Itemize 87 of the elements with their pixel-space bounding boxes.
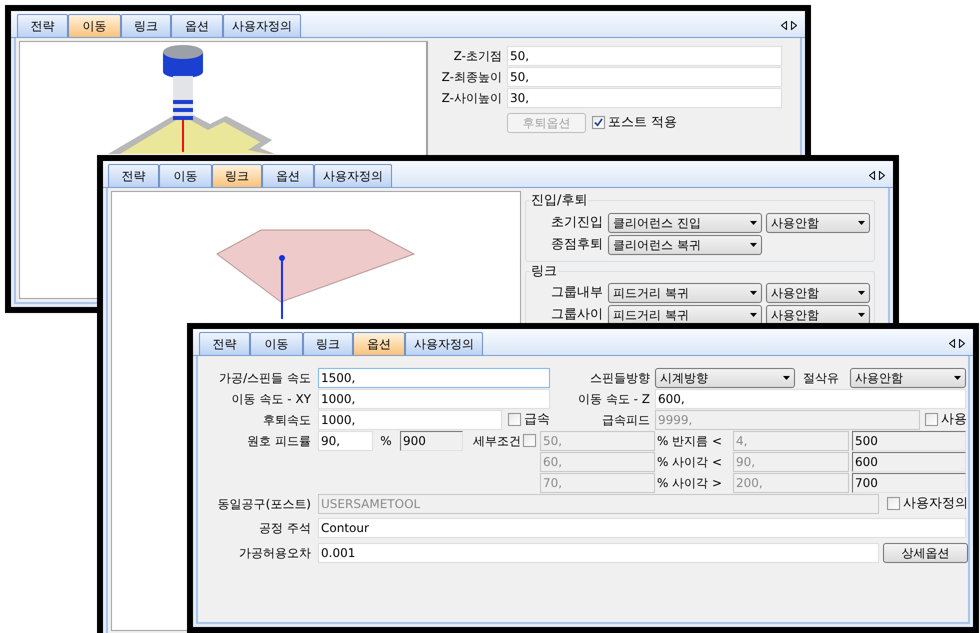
field-label: 이동 속도 - Z bbox=[577, 390, 650, 408]
tab[interactable]: 전략 bbox=[17, 14, 68, 37]
tab[interactable]: 사용자정의 bbox=[223, 14, 301, 37]
dropdown[interactable]: 시계방향 bbox=[655, 368, 795, 388]
tab[interactable]: 이동 bbox=[250, 332, 303, 355]
checkbox-label: 사용자정의 bbox=[903, 494, 968, 513]
tab[interactable]: 옵션 bbox=[171, 14, 223, 37]
input-field[interactable]: Contour bbox=[318, 518, 966, 538]
caret-icon bbox=[750, 220, 757, 224]
tab[interactable]: 사용자정의 bbox=[405, 332, 483, 355]
input-field[interactable]: 1500, bbox=[318, 368, 550, 388]
field-label: 가공허용오차 bbox=[238, 544, 311, 562]
dropdown[interactable]: 클리어런스 복귀 bbox=[608, 234, 762, 254]
left-arrow-icon[interactable] bbox=[781, 21, 787, 30]
tab[interactable]: 옵션 bbox=[353, 332, 405, 355]
field-label: % bbox=[379, 432, 393, 450]
group-title: 진입/후퇴 bbox=[530, 192, 588, 210]
tab[interactable]: 링크 bbox=[121, 14, 171, 37]
left-arrow-icon[interactable] bbox=[949, 339, 955, 348]
field-label: % 사이각 > bbox=[657, 474, 724, 492]
checkbox[interactable] bbox=[523, 434, 536, 447]
detail-options-button[interactable]: 상세옵션 bbox=[883, 542, 968, 562]
dropdown[interactable]: 사용안함 bbox=[766, 212, 870, 232]
checkbox[interactable] bbox=[887, 497, 900, 510]
field-label: 공정 주석 bbox=[258, 520, 311, 536]
checkbox-label: 급속 bbox=[524, 410, 550, 429]
group-title: 링크 bbox=[530, 262, 558, 280]
dropdown[interactable]: 클리어런스 진입 bbox=[608, 212, 762, 232]
caret-icon bbox=[858, 313, 865, 317]
field-label: 그룹내부 bbox=[550, 284, 603, 302]
caret-icon bbox=[783, 376, 790, 380]
field-label: 스핀들방향 bbox=[589, 370, 650, 386]
field-label: % 사이각 < bbox=[657, 454, 724, 470]
field-label: 동일공구(포스트) bbox=[216, 496, 311, 512]
field-label: 후퇴속도 bbox=[262, 412, 311, 428]
field-label: 이동 속도 - XY bbox=[230, 390, 311, 408]
field-label: 절삭유 bbox=[803, 370, 840, 386]
tab[interactable]: 링크 bbox=[212, 164, 262, 187]
input-field[interactable]: 50, bbox=[507, 67, 782, 87]
field-label: 급속피드 bbox=[601, 412, 650, 428]
caret-icon bbox=[954, 376, 961, 380]
input-field[interactable]: 30, bbox=[507, 88, 782, 108]
tab[interactable]: 이동 bbox=[159, 164, 212, 187]
input-field[interactable]: 50, bbox=[507, 46, 782, 66]
tab[interactable]: 이동 bbox=[68, 14, 121, 37]
dropdown[interactable]: 피드거리 복귀 bbox=[608, 283, 762, 303]
input-field[interactable]: 0.001 bbox=[318, 542, 879, 562]
right-arrow-icon[interactable] bbox=[791, 21, 797, 30]
input-field[interactable]: 1000, bbox=[318, 410, 502, 430]
field-label: % 반지름 < bbox=[657, 432, 724, 450]
checkbox-label: 사용 bbox=[941, 410, 967, 429]
input-field[interactable]: 1000, bbox=[318, 388, 550, 408]
field-label: Z-최종높이 bbox=[440, 69, 502, 86]
field-label: 가공/스핀들 속도 bbox=[218, 370, 311, 386]
field-label: 초기진입 bbox=[550, 214, 603, 232]
field-label: 원호 피드률 bbox=[246, 432, 311, 450]
checkbox[interactable] bbox=[925, 413, 938, 426]
field-label: Z-사이높이 bbox=[440, 90, 502, 107]
field-label: 그룹사이 bbox=[550, 306, 603, 324]
tab[interactable]: 전략 bbox=[199, 332, 250, 355]
dropdown[interactable]: 피드거리 복귀 bbox=[608, 305, 762, 325]
caret-icon bbox=[858, 220, 865, 224]
dropdown[interactable]: 사용안함 bbox=[850, 368, 966, 388]
right-arrow-icon[interactable] bbox=[879, 171, 885, 180]
caret-icon bbox=[750, 291, 757, 295]
readout-field: 900 bbox=[400, 430, 463, 450]
field-label: Z-초기점 bbox=[452, 48, 502, 65]
input-field[interactable]: 600, bbox=[655, 388, 966, 408]
tab[interactable]: 사용자정의 bbox=[314, 164, 392, 187]
checkbox[interactable] bbox=[592, 116, 605, 129]
caret-icon bbox=[750, 242, 757, 246]
input-field[interactable]: 90, bbox=[318, 430, 373, 450]
readout-field: 500 bbox=[852, 430, 966, 450]
right-arrow-icon[interactable] bbox=[959, 339, 965, 348]
readout-field: 600 bbox=[852, 452, 966, 472]
left-arrow-icon[interactable] bbox=[869, 171, 875, 180]
dropdown[interactable]: 사용안함 bbox=[766, 305, 870, 325]
readout-field: 700 bbox=[852, 472, 966, 492]
field-label: 세부조건 bbox=[472, 432, 521, 450]
checkbox[interactable] bbox=[508, 413, 521, 426]
tab[interactable]: 링크 bbox=[303, 332, 353, 355]
caret-icon bbox=[858, 291, 865, 295]
tab[interactable]: 전략 bbox=[108, 164, 159, 187]
field-label: 종점후퇴 bbox=[550, 236, 603, 254]
dropdown[interactable]: 사용안함 bbox=[766, 283, 870, 303]
checkbox-label: 포스트 적용 bbox=[608, 114, 678, 132]
tab[interactable]: 옵션 bbox=[262, 164, 314, 187]
